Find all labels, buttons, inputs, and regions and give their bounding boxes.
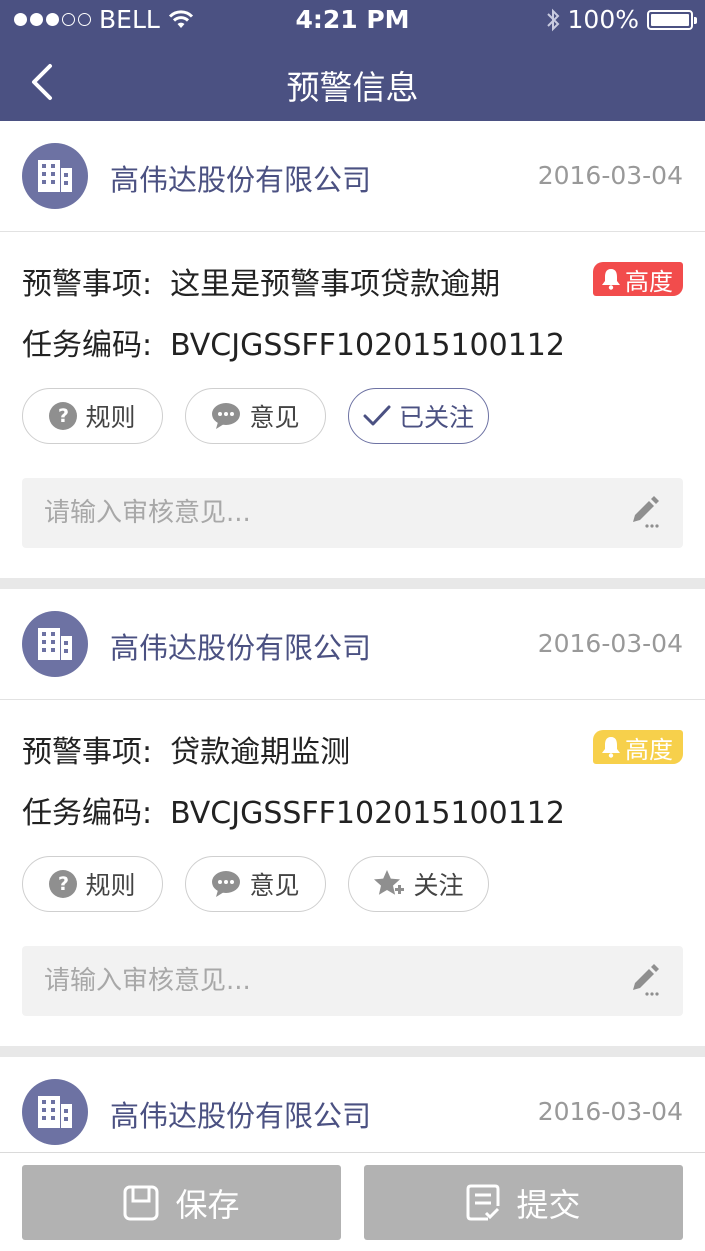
follow-button[interactable]: 关注 <box>348 856 489 912</box>
warning-item-row: 预警事项: 这里是预警事项贷款逾期 <box>22 259 500 303</box>
warning-item-value: 这里是预警事项贷款逾期 <box>170 267 501 302</box>
rule-button[interactable]: ? 规则 <box>22 388 163 444</box>
star-plus-icon <box>374 870 405 895</box>
building-icon <box>38 1096 72 1128</box>
follow-button[interactable]: 已关注 <box>348 388 489 444</box>
warning-card: 高伟达股份有限公司 2016-03-04 预警事项: 贷款逾期监测 高度 任务编码… <box>0 589 705 1046</box>
severity-badge: 高度 <box>593 262 683 296</box>
task-code-value: BVCJGSSFF102015100112 <box>170 796 565 831</box>
task-code-row: 任务编码: BVCJGSSFF102015100112 <box>22 320 565 364</box>
comment-input[interactable] <box>22 946 683 1016</box>
save-button[interactable]: 保存 <box>22 1165 341 1240</box>
submit-icon <box>466 1184 500 1220</box>
company-avatar <box>22 1079 88 1145</box>
warning-date: 2016-03-04 <box>537 1097 683 1126</box>
status-right: 100% <box>546 5 697 34</box>
comment-icon <box>212 403 241 429</box>
building-icon <box>38 628 72 660</box>
card-separator <box>0 1046 705 1057</box>
warning-item-label: 预警事项: <box>22 267 153 302</box>
opinion-button[interactable]: 意见 <box>185 856 326 912</box>
building-icon <box>38 160 72 192</box>
severity-label: 高度 <box>625 735 673 764</box>
rule-button[interactable]: ? 规则 <box>22 856 163 912</box>
opinion-label: 意见 <box>249 403 300 432</box>
card-header[interactable]: 高伟达股份有限公司 2016-03-04 <box>0 589 705 700</box>
comment-input[interactable] <box>22 478 683 548</box>
company-name: 高伟达股份有限公司 <box>110 1099 372 1133</box>
warning-date: 2016-03-04 <box>537 629 683 658</box>
battery-percent: 100% <box>567 5 639 34</box>
company-name: 高伟达股份有限公司 <box>110 631 372 665</box>
save-label: 保存 <box>175 1185 240 1224</box>
task-code-row: 任务编码: BVCJGSSFF102015100112 <box>22 788 565 832</box>
severity-badge: 高度 <box>593 730 683 764</box>
submit-button[interactable]: 提交 <box>364 1165 683 1240</box>
task-code-label: 任务编码: <box>22 328 153 363</box>
follow-label: 已关注 <box>398 403 474 432</box>
warning-item-value: 贷款逾期监测 <box>170 735 351 770</box>
warning-card: 高伟达股份有限公司 2016-03-04 预警事项: 这里是预警事项贷款逾期 高度… <box>0 121 705 578</box>
status-bar: BELL 4:21 PM 100% <box>0 0 705 40</box>
company-avatar <box>22 611 88 677</box>
warning-item-label: 预警事项: <box>22 735 153 770</box>
comment-icon <box>212 871 241 897</box>
bell-icon <box>602 737 620 758</box>
bell-icon <box>602 269 620 290</box>
submit-label: 提交 <box>516 1185 581 1224</box>
page-title: 预警信息 <box>286 68 419 107</box>
bluetooth-icon <box>546 8 559 31</box>
follow-label: 关注 <box>413 871 464 900</box>
card-separator <box>0 578 705 589</box>
warning-item-row: 预警事项: 贷款逾期监测 <box>22 727 350 771</box>
edit-icon[interactable] <box>629 496 663 530</box>
card-header[interactable]: 高伟达股份有限公司 2016-03-04 <box>0 1057 705 1152</box>
rule-label: 规则 <box>85 871 136 900</box>
task-code-label: 任务编码: <box>22 796 153 831</box>
rule-label: 规则 <box>85 403 136 432</box>
company-avatar <box>22 143 88 209</box>
save-icon <box>123 1185 159 1220</box>
question-icon: ? <box>49 402 78 430</box>
edit-icon[interactable] <box>629 964 663 998</box>
nav-bar: 预警信息 <box>0 40 705 121</box>
question-icon: ? <box>49 870 78 898</box>
opinion-label: 意见 <box>249 871 300 900</box>
company-name: 高伟达股份有限公司 <box>110 163 372 197</box>
bottom-action-bar: 保存 提交 <box>0 1152 705 1251</box>
task-code-value: BVCJGSSFF102015100112 <box>170 328 565 363</box>
warning-card: 高伟达股份有限公司 2016-03-04 <box>0 1057 705 1152</box>
opinion-button[interactable]: 意见 <box>185 388 326 444</box>
severity-label: 高度 <box>625 267 673 296</box>
card-header[interactable]: 高伟达股份有限公司 2016-03-04 <box>0 121 705 232</box>
check-icon <box>363 405 391 426</box>
battery-icon <box>647 9 697 30</box>
warning-date: 2016-03-04 <box>537 161 683 190</box>
